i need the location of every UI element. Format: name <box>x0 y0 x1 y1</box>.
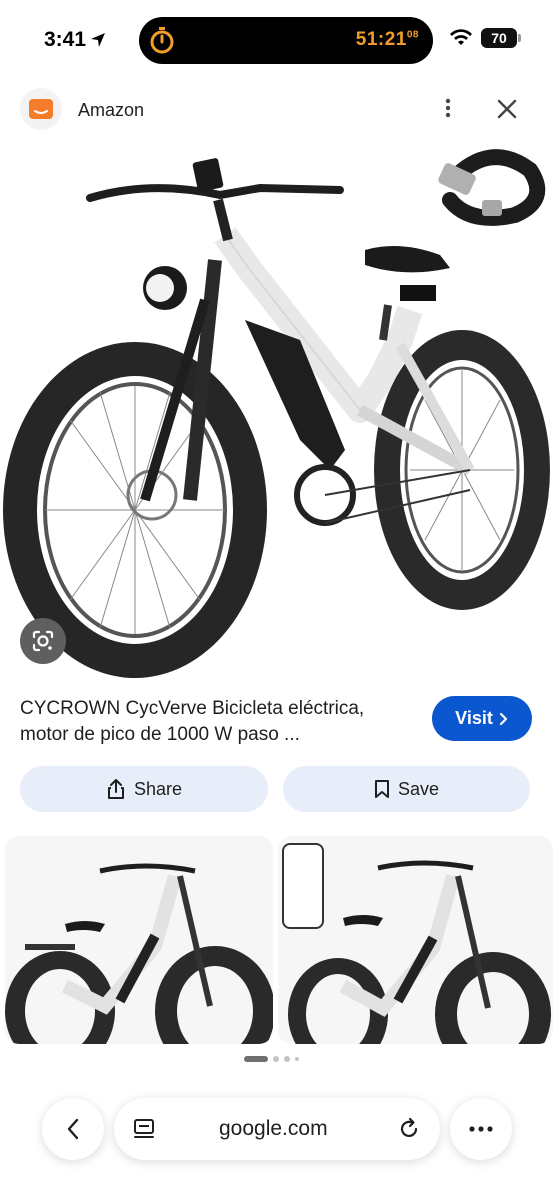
timer-readout: 51:2108 <box>356 29 419 51</box>
save-label: Save <box>397 778 440 799</box>
lens-icon <box>32 630 54 652</box>
wifi-icon <box>450 29 472 45</box>
product-image[interactable] <box>0 140 553 680</box>
source-header: Amazon <box>0 86 553 136</box>
timer-icon <box>150 27 174 54</box>
source-name[interactable]: Amazon <box>78 100 144 121</box>
url-text: google.com <box>219 1117 328 1140</box>
related-images <box>5 836 553 1046</box>
page-dot <box>295 1057 299 1061</box>
status-bar: 3:41 51:2108 70 <box>0 0 553 80</box>
chevron-right-icon <box>499 712 507 725</box>
chevron-left-icon <box>67 1118 79 1140</box>
share-label: Share <box>133 778 183 799</box>
save-button[interactable]: Save <box>283 766 530 812</box>
location-arrow-icon <box>91 33 106 47</box>
status-icons: 70 <box>449 28 521 48</box>
close-icon[interactable] <box>494 96 520 122</box>
clock: 3:41 <box>44 28 106 52</box>
google-lens-button[interactable] <box>20 618 66 664</box>
bookmark-icon <box>374 780 389 798</box>
phone-image <box>282 843 324 929</box>
timer-main: 51:21 <box>355 29 407 50</box>
clock-time: 3:41 <box>44 28 87 51</box>
battery-level: 70 <box>491 30 507 46</box>
related-image-2[interactable] <box>278 836 553 1044</box>
address-bar[interactable]: google.com <box>114 1098 440 1160</box>
product-title[interactable]: CYCROWN CycVerve Bicicleta eléctrica, mo… <box>20 696 410 748</box>
amazon-logo-icon <box>29 99 53 119</box>
page-menu-icon[interactable] <box>132 1117 156 1141</box>
share-button[interactable]: Share <box>20 766 268 812</box>
related-bike-image-2 <box>278 836 553 1044</box>
amazon-logo[interactable] <box>20 88 62 130</box>
battery-icon: 70 <box>481 28 521 48</box>
page-dot <box>273 1056 279 1062</box>
back-button[interactable] <box>42 1098 104 1160</box>
page-dot <box>284 1056 290 1062</box>
chain-lock-image <box>438 149 546 226</box>
page-dot-active <box>244 1056 268 1062</box>
related-bike-image-1 <box>5 836 273 1044</box>
visit-label: Visit <box>455 708 493 728</box>
carousel-pagination <box>244 1056 299 1062</box>
reload-icon[interactable] <box>396 1116 422 1142</box>
visit-button[interactable]: Visit <box>432 696 532 741</box>
related-image-1[interactable] <box>5 836 273 1044</box>
more-horizontal-icon <box>469 1126 493 1132</box>
share-icon <box>107 779 124 799</box>
dynamic-island-timer[interactable]: 51:2108 <box>139 17 433 64</box>
more-menu-button[interactable] <box>450 1098 512 1160</box>
timer-fraction: 08 <box>406 29 419 41</box>
browser-bottom-bar: google.com <box>0 1086 553 1200</box>
more-options-icon[interactable] <box>436 96 460 120</box>
